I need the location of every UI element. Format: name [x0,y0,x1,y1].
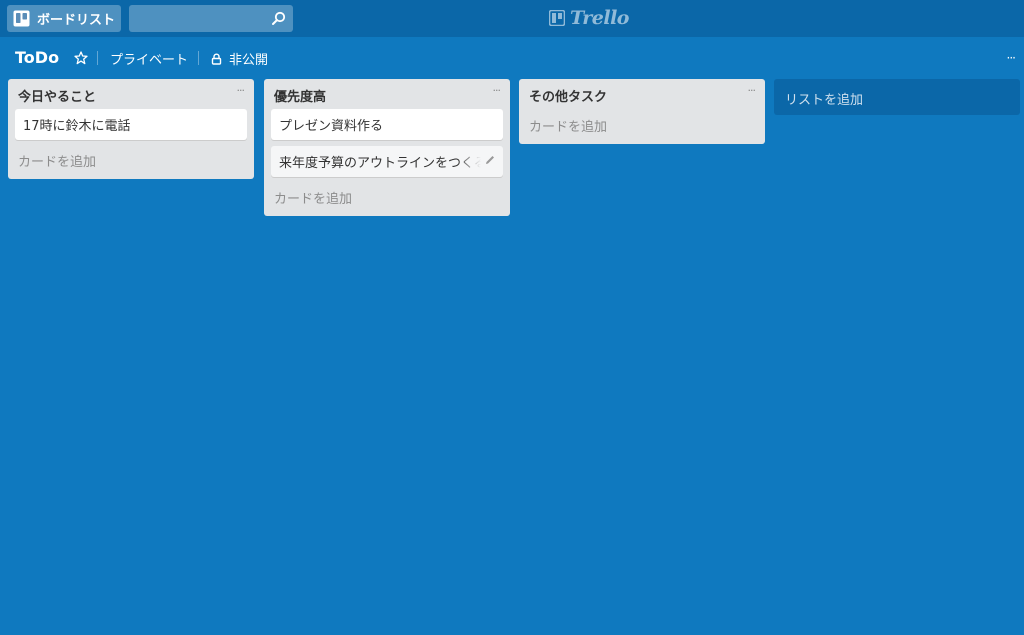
card-fade [457,146,487,177]
logo-text: Trello [570,7,629,29]
boards-button-label: ボードリスト [37,13,116,28]
list-header: 優先度高 ··· [264,79,510,107]
board-title[interactable]: ToDo [15,48,59,67]
divider [97,51,98,65]
list-other-tasks: その他タスク ··· カードを追加 [519,79,765,144]
add-card-button[interactable]: カードを追加 [8,146,254,179]
list-title[interactable]: 今日やること [18,86,244,105]
card[interactable]: プレゼン資料作る [271,109,503,140]
list-menu-button[interactable]: ··· [237,84,245,97]
add-card-button[interactable]: カードを追加 [519,107,765,144]
lock-icon [211,53,222,65]
trello-logo-icon [549,10,565,26]
search-box[interactable] [129,5,293,32]
card[interactable]: 来年度予算のアウトラインをつくる [271,146,503,177]
list-today: 今日やること ··· 17時に鈴木に電話 カードを追加 [8,79,254,179]
board-menu-button[interactable]: ··· [1007,51,1017,65]
list-header: その他タスク ··· [519,79,765,107]
pencil-icon[interactable] [484,154,496,166]
divider [198,51,199,65]
list-title[interactable]: 優先度高 [274,86,500,105]
star-icon[interactable] [74,50,88,65]
boards-button[interactable]: ボードリスト [7,5,121,32]
list-high-priority: 優先度高 ··· プレゼン資料作る 来年度予算のアウトラインをつくる カードを追… [264,79,510,216]
board-visibility-label: 非公開 [229,53,269,68]
board-visibility[interactable]: 非公開 [211,49,268,68]
boards-icon [13,10,30,27]
trello-logo[interactable]: Trello [549,7,629,29]
add-card-button[interactable]: カードを追加 [264,183,510,216]
list-menu-button[interactable]: ··· [748,84,756,97]
board-privacy[interactable]: プライベート [110,49,188,68]
add-list-button[interactable]: リストを追加 [774,79,1020,115]
top-header: ボードリスト Trello [0,0,1024,37]
card[interactable]: 17時に鈴木に電話 [15,109,247,140]
search-icon[interactable] [271,11,286,26]
list-menu-button[interactable]: ··· [493,84,501,97]
search-input[interactable] [129,5,293,32]
card-title: 来年度予算のアウトラインをつくる [279,156,487,171]
list-header: 今日やること ··· [8,79,254,107]
board-header: ToDo プライベート 非公開 ··· [0,37,1024,78]
list-title[interactable]: その他タスク [529,86,755,105]
